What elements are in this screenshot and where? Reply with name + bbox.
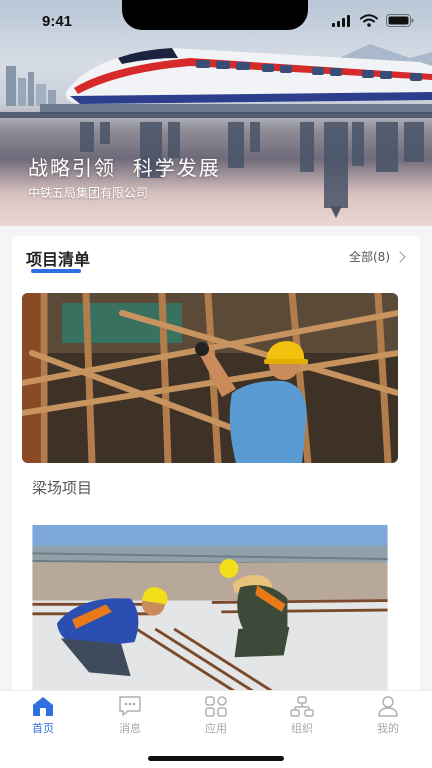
- wifi-icon: [360, 14, 378, 27]
- apps-icon: [205, 696, 227, 717]
- view-all-button[interactable]: 全部(8): [349, 248, 406, 265]
- tab-label: 消息: [119, 722, 141, 735]
- message-icon: [119, 696, 141, 716]
- status-time: 9:41: [42, 13, 73, 30]
- tab-home[interactable]: 首页: [13, 695, 73, 736]
- chevron-right-icon: [394, 250, 406, 263]
- battery-icon: [386, 14, 414, 27]
- project-list-card: 项目清单 全部(8) 梁场项目: [12, 236, 420, 706]
- view-all-label: 全部(8): [349, 250, 390, 264]
- project-image-scaffold-worker: [22, 293, 398, 463]
- tab-messages[interactable]: 消息: [100, 695, 160, 736]
- project-name: 梁场项目: [32, 479, 93, 497]
- home-icon: [33, 697, 53, 716]
- device-notch: [122, 0, 308, 30]
- project-image-rebar-workers: [32, 525, 388, 695]
- profile-icon: [378, 696, 398, 717]
- tab-label: 应用: [205, 722, 227, 735]
- section-title-underline: [31, 269, 81, 273]
- project-item[interactable]: 梁场项目: [22, 293, 398, 498]
- organization-icon: [290, 696, 314, 717]
- status-bar: 9:41: [0, 0, 432, 46]
- tab-apps[interactable]: 应用: [186, 695, 246, 736]
- tab-profile[interactable]: 我的: [358, 695, 418, 736]
- tab-organization[interactable]: 组织: [272, 695, 332, 736]
- section-title: 项目清单: [26, 250, 91, 269]
- home-indicator: [148, 756, 284, 761]
- hero-title: 战略引领 科学发展: [28, 156, 221, 180]
- signal-icon: [332, 14, 350, 27]
- hero-banner: 9:41 战略引领 科学发展 中铁五局集团有限公司: [0, 0, 432, 226]
- project-item[interactable]: [22, 525, 398, 706]
- tab-label: 我的: [377, 722, 399, 735]
- status-icons: [332, 14, 414, 27]
- tab-label: 首页: [32, 722, 54, 735]
- hero-subtitle: 中铁五局集团有限公司: [28, 186, 149, 200]
- tab-label: 组织: [291, 722, 313, 735]
